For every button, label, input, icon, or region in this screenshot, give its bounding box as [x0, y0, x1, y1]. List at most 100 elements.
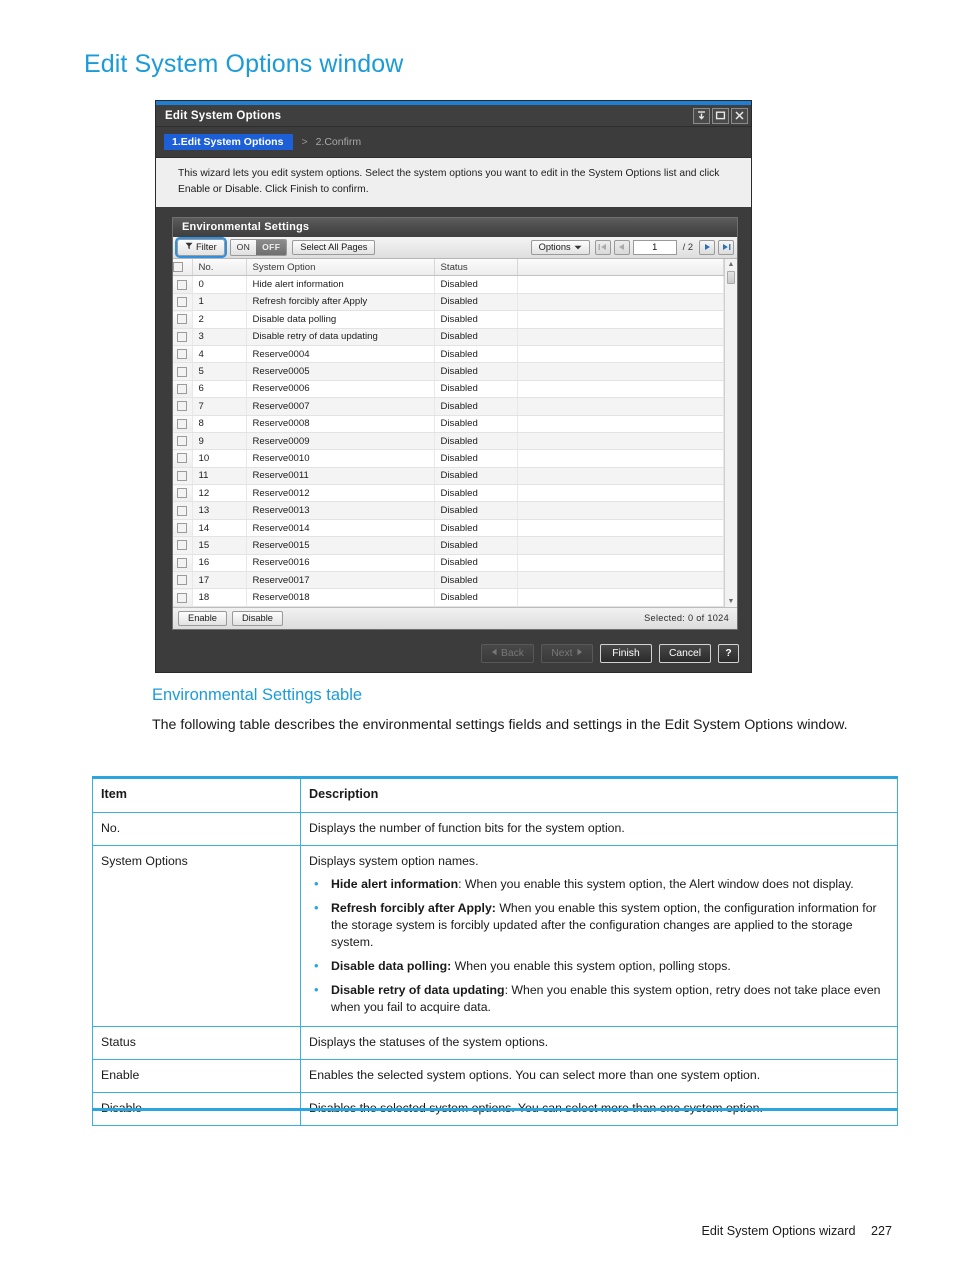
finish-button[interactable]: Finish	[599, 644, 652, 664]
cell-no: 1	[192, 293, 247, 312]
cell-system-option: Reserve0010	[246, 449, 435, 468]
previous-page-icon[interactable]	[613, 239, 630, 255]
row-checkbox-cell[interactable]	[173, 571, 193, 590]
scroll-down-icon[interactable]: ▼	[728, 596, 735, 607]
cell-no: 9	[192, 432, 247, 451]
table-row[interactable]: 8 Reserve0008 Disabled	[173, 415, 724, 433]
table-row[interactable]: 11 Reserve0011 Disabled	[173, 467, 724, 486]
page-number-input[interactable]: 1	[632, 239, 677, 255]
table-row[interactable]: 3 Disable retry of data updating Disabled	[173, 328, 724, 346]
row-checkbox[interactable]	[177, 488, 188, 499]
scrollbar-thumb[interactable]	[727, 270, 735, 284]
table-row[interactable]: 16 Reserve0016 Disabled	[173, 554, 724, 573]
step-confirm[interactable]: 2.Confirm	[316, 136, 362, 148]
row-checkbox[interactable]	[177, 314, 188, 325]
row-checkbox[interactable]	[177, 418, 188, 429]
back-button[interactable]: Back	[481, 644, 534, 664]
row-checkbox-cell[interactable]	[173, 380, 193, 399]
doc-cell-text: Displays system option names.	[309, 854, 479, 869]
table-row[interactable]: 10 Reserve0010 Disabled	[173, 449, 724, 468]
table-row[interactable]: 17 Reserve0017 Disabled	[173, 571, 724, 590]
row-checkbox-cell[interactable]	[173, 554, 193, 573]
row-checkbox[interactable]	[177, 540, 188, 551]
row-checkbox[interactable]	[177, 575, 188, 586]
row-checkbox-cell[interactable]	[173, 432, 193, 451]
step-edit-system-options[interactable]: 1.Edit System Options	[164, 133, 294, 151]
options-menu-button[interactable]: Options	[530, 239, 590, 256]
row-checkbox[interactable]	[177, 401, 188, 412]
table-row[interactable]: 5 Reserve0005 Disabled	[173, 362, 724, 381]
row-checkbox-cell[interactable]	[173, 536, 193, 555]
maximize-icon[interactable]	[712, 107, 729, 124]
table-row[interactable]: 12 Reserve0012 Disabled	[173, 484, 724, 503]
row-checkbox-cell[interactable]	[173, 484, 193, 503]
row-checkbox[interactable]	[177, 279, 188, 290]
row-checkbox[interactable]	[177, 331, 188, 342]
table-row[interactable]: 4 Reserve0004 Disabled	[173, 345, 724, 364]
row-checkbox[interactable]	[177, 505, 188, 516]
back-label: Back	[501, 647, 524, 659]
cell-no: 5	[192, 362, 247, 381]
filter-button[interactable]: Filter	[175, 237, 227, 258]
row-checkbox-cell[interactable]	[173, 449, 193, 468]
next-page-icon[interactable]	[699, 239, 715, 255]
grid-body: No. System Option Status 0 Hide alert inf…	[173, 258, 724, 607]
table-row[interactable]: 0 Hide alert information Disabled	[173, 275, 724, 294]
row-checkbox-cell[interactable]	[173, 310, 193, 329]
close-icon[interactable]	[731, 107, 748, 124]
row-checkbox-cell[interactable]	[173, 328, 193, 346]
filter-label: Filter	[196, 241, 217, 252]
table-row[interactable]: 1 Refresh forcibly after Apply Disabled	[173, 293, 724, 312]
select-all-checkbox-header[interactable]	[173, 258, 193, 277]
row-checkbox[interactable]	[177, 349, 188, 360]
row-checkbox-cell[interactable]	[173, 345, 193, 364]
cell-system-option: Reserve0013	[246, 501, 435, 520]
row-checkbox-cell[interactable]	[173, 501, 193, 520]
scroll-up-icon[interactable]: ▲	[728, 259, 735, 270]
table-row[interactable]: 14 Reserve0014 Disabled	[173, 519, 724, 538]
table-row[interactable]: 7 Reserve0007 Disabled	[173, 397, 724, 416]
cell-blank	[517, 432, 724, 451]
row-checkbox[interactable]	[177, 470, 188, 481]
row-checkbox[interactable]	[177, 366, 188, 377]
row-checkbox[interactable]	[177, 383, 188, 394]
row-checkbox-cell[interactable]	[173, 275, 193, 294]
row-checkbox-cell[interactable]	[173, 415, 193, 433]
table-row[interactable]: 15 Reserve0015 Disabled	[173, 536, 724, 555]
row-checkbox-cell[interactable]	[173, 362, 193, 381]
last-page-icon[interactable]	[718, 239, 734, 255]
row-checkbox-cell[interactable]	[173, 519, 193, 538]
collapse-icon[interactable]	[693, 107, 710, 124]
help-button[interactable]: ?	[718, 644, 739, 664]
row-checkbox-cell[interactable]	[173, 588, 193, 607]
disable-button[interactable]: Disable	[231, 610, 283, 626]
filter-on-off-toggle[interactable]: ON OFF	[229, 239, 288, 256]
enable-button[interactable]: Enable	[178, 610, 227, 626]
column-header-status[interactable]: Status	[434, 258, 518, 277]
table-row[interactable]: 2 Disable data polling Disabled	[173, 310, 724, 329]
table-row[interactable]: 6 Reserve0006 Disabled	[173, 380, 724, 399]
column-header-no[interactable]: No.	[192, 258, 247, 277]
grid-vertical-scrollbar[interactable]: ▲ ▼	[724, 258, 737, 607]
row-checkbox[interactable]	[177, 523, 188, 534]
filter-on-option[interactable]: ON	[230, 240, 257, 255]
row-checkbox[interactable]	[177, 557, 188, 568]
cell-blank	[517, 397, 724, 416]
column-header-system-option[interactable]: System Option	[246, 258, 435, 277]
row-checkbox-cell[interactable]	[173, 467, 193, 486]
table-row[interactable]: 18 Reserve0018 Disabled	[173, 588, 724, 607]
select-all-pages-button[interactable]: Select All Pages	[292, 239, 376, 256]
table-row[interactable]: 13 Reserve0013 Disabled	[173, 501, 724, 520]
next-button[interactable]: Next	[540, 644, 593, 664]
row-checkbox[interactable]	[177, 592, 188, 603]
row-checkbox-cell[interactable]	[173, 293, 193, 312]
row-checkbox-cell[interactable]	[173, 397, 193, 416]
row-checkbox[interactable]	[177, 296, 188, 307]
table-row[interactable]: 9 Reserve0009 Disabled	[173, 432, 724, 451]
filter-off-option[interactable]: OFF	[256, 240, 287, 255]
row-checkbox[interactable]	[177, 453, 188, 464]
select-all-checkbox[interactable]	[173, 262, 183, 273]
first-page-icon[interactable]	[594, 239, 611, 255]
cancel-button[interactable]: Cancel	[658, 644, 711, 664]
row-checkbox[interactable]	[177, 436, 188, 447]
